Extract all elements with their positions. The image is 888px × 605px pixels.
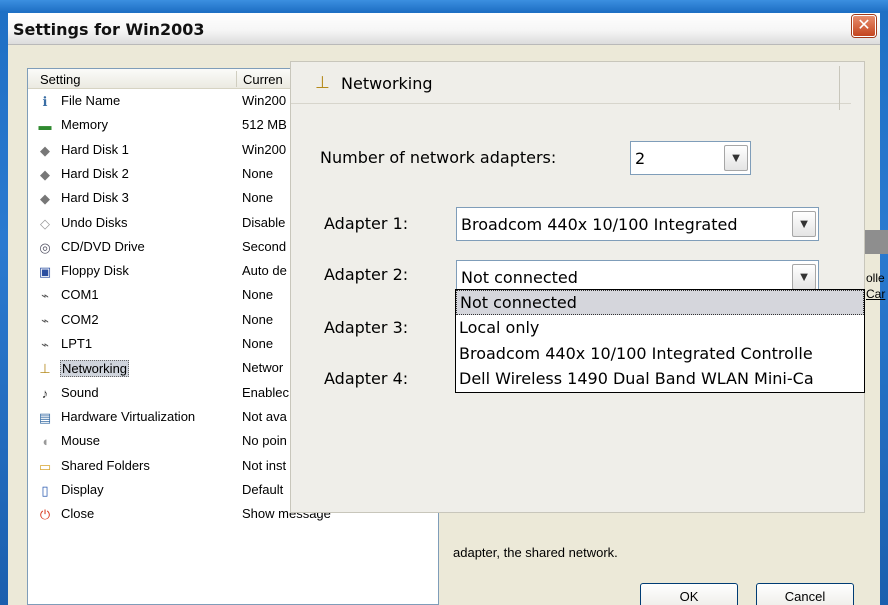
setting-value: Not ava bbox=[242, 408, 287, 424]
setting-value: Win200 bbox=[242, 93, 287, 108]
mouse-icon: ◖ bbox=[41, 434, 49, 450]
setting-label: Hardware Virtualization bbox=[61, 408, 196, 424]
description-text: adapter, the shared network. bbox=[453, 545, 618, 560]
folder-icon: ▭ bbox=[38, 458, 52, 474]
cancel-button[interactable]: Cancel bbox=[756, 583, 854, 605]
close-window-button[interactable]: ✕ bbox=[852, 15, 876, 37]
close-power-icon: ⏻ bbox=[39, 507, 51, 523]
setting-label: COM2 bbox=[61, 311, 99, 327]
setting-label: Memory bbox=[61, 117, 108, 133]
dropdown-option[interactable]: Not connected bbox=[456, 290, 864, 315]
undo-disk-icon: ◇ bbox=[40, 215, 50, 231]
panel-header: ⊥ Networking bbox=[291, 62, 851, 104]
adapter3-label: Adapter 3: bbox=[324, 318, 409, 337]
cd-icon: ◎ bbox=[39, 239, 51, 255]
setting-value: None bbox=[242, 190, 274, 206]
hard-disk-icon: ◆ bbox=[40, 191, 50, 207]
setting-label: File Name bbox=[61, 93, 121, 108]
adapter1-label: Adapter 1: bbox=[324, 214, 409, 233]
scrollbar-fragment bbox=[865, 230, 888, 254]
hard-disk-icon: ◆ bbox=[40, 166, 50, 182]
setting-value: Win200 bbox=[242, 141, 287, 157]
adapter4-label: Adapter 4: bbox=[324, 369, 409, 388]
network-icon: ⊥ bbox=[315, 73, 330, 92]
setting-label: Close bbox=[61, 506, 95, 522]
setting-label: Shared Folders bbox=[61, 457, 150, 473]
hidden-text-fragment: olle bbox=[866, 271, 885, 285]
network-icon: ⊥ bbox=[39, 361, 51, 377]
floppy-icon: ▣ bbox=[38, 264, 52, 280]
setting-label: LPT1 bbox=[61, 336, 93, 351]
setting-value: Networ bbox=[242, 360, 284, 376]
setting-label: Hard Disk 2 bbox=[61, 165, 129, 181]
setting-value: None bbox=[242, 311, 274, 327]
setting-label: Mouse bbox=[61, 433, 101, 449]
title-bar[interactable]: Settings for Win2003 ✕ bbox=[8, 13, 880, 45]
port-icon: ⌁ bbox=[41, 337, 49, 352]
networking-panel: ⊥ Networking Number of network adapters:… bbox=[290, 61, 865, 513]
setting-value: Disable bbox=[242, 214, 286, 230]
adapter2-label: Adapter 2: bbox=[324, 265, 409, 284]
close-icon: ✕ bbox=[857, 17, 871, 34]
window-title: Settings for Win2003 bbox=[13, 20, 205, 39]
hidden-text-fragment: Car bbox=[866, 287, 886, 301]
num-adapters-value: 2 bbox=[635, 149, 646, 168]
ok-button[interactable]: OK bbox=[640, 583, 738, 605]
info-icon: ℹ bbox=[42, 94, 48, 109]
setting-label: Undo Disks bbox=[61, 214, 128, 230]
setting-label: COM1 bbox=[61, 287, 99, 303]
chevron-down-icon[interactable]: ▼ bbox=[724, 145, 748, 171]
setting-label: Sound bbox=[61, 384, 99, 400]
divider bbox=[839, 66, 840, 110]
adapter1-select[interactable]: Broadcom 440x 10/100 Integrated ▼ bbox=[456, 207, 819, 241]
setting-value: Not inst bbox=[242, 457, 287, 473]
setting-label: CD/DVD Drive bbox=[61, 238, 145, 254]
port-icon: ⌁ bbox=[41, 312, 49, 328]
adapter1-value: Broadcom 440x 10/100 Integrated bbox=[461, 215, 738, 234]
setting-label: Display bbox=[61, 481, 104, 497]
adapter2-dropdown-list[interactable]: Not connected Local only Broadcom 440x 1… bbox=[455, 289, 865, 393]
setting-value: None bbox=[242, 287, 274, 303]
panel-title: Networking bbox=[341, 74, 433, 93]
column-header-current[interactable]: Curren bbox=[236, 71, 283, 87]
memory-icon: ▬ bbox=[38, 118, 52, 134]
adapter2-value: Not connected bbox=[461, 268, 578, 287]
setting-value: None bbox=[242, 165, 274, 181]
chevron-down-icon[interactable]: ▼ bbox=[792, 211, 816, 237]
sound-icon: ♪ bbox=[41, 385, 49, 401]
setting-label: Hard Disk 3 bbox=[61, 190, 129, 206]
port-icon: ⌁ bbox=[41, 288, 49, 304]
setting-value: Auto de bbox=[242, 263, 287, 279]
desktop-background bbox=[0, 0, 888, 12]
dropdown-option[interactable]: Dell Wireless 1490 Dual Band WLAN Mini-C… bbox=[456, 367, 864, 392]
setting-value: 512 MB bbox=[242, 117, 287, 133]
setting-label: Floppy Disk bbox=[61, 263, 129, 279]
setting-label: Hard Disk 1 bbox=[61, 141, 129, 157]
setting-value: None bbox=[242, 336, 274, 351]
hardware-icon: ▤ bbox=[38, 409, 52, 425]
display-icon: ▯ bbox=[41, 482, 49, 498]
num-adapters-select[interactable]: 2 ▼ bbox=[630, 141, 751, 175]
hard-disk-icon: ◆ bbox=[40, 142, 50, 158]
setting-value: Default bbox=[242, 481, 284, 497]
dropdown-option[interactable]: Local only bbox=[456, 316, 864, 341]
setting-value: Second bbox=[242, 238, 287, 254]
num-adapters-label: Number of network adapters: bbox=[320, 148, 557, 167]
setting-label: Networking bbox=[60, 360, 130, 378]
chevron-down-icon[interactable]: ▼ bbox=[792, 264, 816, 290]
setting-value: No poin bbox=[242, 433, 287, 449]
column-header-setting[interactable]: Setting bbox=[40, 72, 80, 87]
setting-value: Enablec bbox=[242, 384, 289, 400]
dropdown-option[interactable]: Broadcom 440x 10/100 Integrated Controll… bbox=[456, 342, 864, 367]
